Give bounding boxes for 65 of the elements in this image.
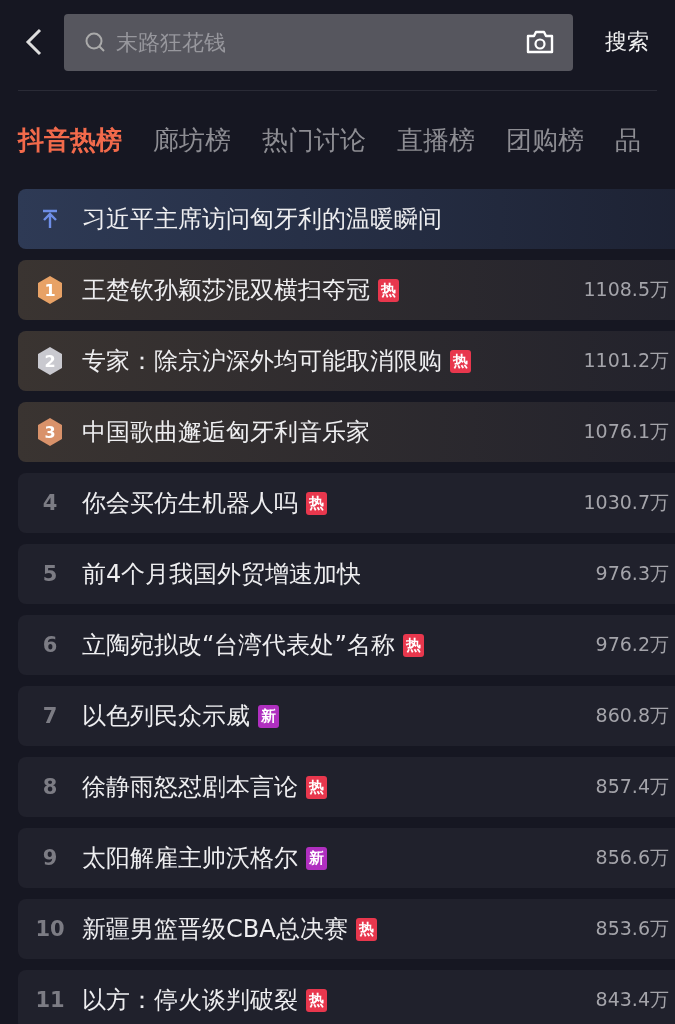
topic-row[interactable]: 10 新疆男篮晋级CBA总决赛 热 853.6万 — [18, 899, 675, 959]
topic-title: 习近平主席访问匈牙利的温暖瞬间 — [82, 204, 442, 235]
heat-value: 1108.5万 — [583, 277, 669, 302]
topic-tag: 热 — [306, 775, 327, 799]
topic-tag: 新 — [306, 846, 327, 870]
topic-row[interactable]: 4 你会买仿生机器人吗 热 1030.7万 — [18, 473, 675, 533]
topic-tag: 热 — [355, 917, 377, 941]
topic-row[interactable]: 1 王楚钦孙颖莎混双横扫夺冠 热 1108.5万 — [18, 260, 675, 320]
medal-icon: 1 — [36, 275, 64, 305]
topic-row[interactable]: 9 太阳解雇主帅沃格尔 新 856.6万 — [18, 828, 675, 888]
rank-number: 11 — [35, 988, 65, 1012]
topic-title: 专家：除京沪深外均可能取消限购 — [82, 346, 442, 377]
topic-title: 徐静雨怒怼剧本言论 — [82, 772, 298, 803]
pin-top-icon — [41, 209, 59, 229]
search-icon — [84, 31, 106, 53]
topic-row[interactable]: 3 中国歌曲邂逅匈牙利音乐家 1076.1万 — [18, 402, 675, 462]
tab[interactable]: 品 — [615, 122, 641, 158]
heat-value: 860.8万 — [595, 703, 669, 728]
rank-number: 4 — [42, 491, 58, 515]
topic-title: 立陶宛拟改“台湾代表处”名称 — [82, 630, 395, 661]
topic-tag: 热 — [450, 349, 471, 373]
heat-value: 1101.2万 — [583, 348, 669, 373]
heat-value: 1076.1万 — [583, 419, 669, 444]
heat-value: 853.6万 — [595, 916, 669, 941]
topic-tag: 热 — [306, 988, 327, 1012]
heat-value: 856.6万 — [595, 845, 669, 870]
topic-title: 中国歌曲邂逅匈牙利音乐家 — [82, 417, 370, 448]
topic-tag: 热 — [378, 278, 399, 302]
topic-title: 太阳解雇主帅沃格尔 — [82, 843, 298, 874]
topic-row[interactable]: 6 立陶宛拟改“台湾代表处”名称 热 976.2万 — [18, 615, 675, 675]
tab[interactable]: 抖音热榜 — [18, 122, 122, 158]
topic-title: 前4个月我国外贸增速加快 — [82, 559, 362, 590]
rank-number: 6 — [42, 633, 58, 657]
camera-icon[interactable] — [525, 28, 555, 56]
medal-icon: 3 — [36, 417, 64, 447]
tab[interactable]: 廊坊榜 — [153, 122, 231, 158]
tab[interactable]: 热门讨论 — [262, 122, 366, 158]
rank-number: 10 — [35, 917, 65, 941]
pinned-row[interactable]: 习近平主席访问匈牙利的温暖瞬间 — [18, 189, 675, 249]
topic-tag: 热 — [306, 491, 327, 515]
heat-value: 976.2万 — [595, 632, 669, 657]
rank-number: 7 — [42, 704, 58, 728]
heat-value: 843.4万 — [595, 987, 669, 1012]
topic-title: 新疆男篮晋级CBA总决赛 — [82, 914, 348, 945]
topic-row[interactable]: 8 徐静雨怒怼剧本言论 热 857.4万 — [18, 757, 675, 817]
topic-title: 王楚钦孙颖莎混双横扫夺冠 — [82, 275, 370, 306]
topic-row[interactable]: 5 前4个月我国外贸增速加快 976.3万 — [18, 544, 675, 604]
search-input[interactable]: 末路狂花钱 — [114, 28, 517, 56]
heat-value: 1030.7万 — [583, 490, 669, 515]
rank-number: 5 — [42, 562, 58, 586]
search-field[interactable]: 末路狂花钱 — [64, 13, 573, 71]
topic-title: 你会买仿生机器人吗 — [82, 488, 298, 519]
tab[interactable]: 直播榜 — [397, 122, 475, 158]
topic-row[interactable]: 11 以方：停火谈判破裂 热 843.4万 — [18, 970, 675, 1024]
search-button[interactable]: 搜索 — [599, 27, 655, 57]
heat-value: 857.4万 — [595, 774, 669, 799]
rank-number: 8 — [42, 775, 58, 799]
topic-title: 以方：停火谈判破裂 — [82, 985, 298, 1016]
topic-title: 以色列民众示威 — [82, 701, 250, 732]
topic-tag: 新 — [258, 704, 279, 728]
tab[interactable]: 团购榜 — [506, 122, 584, 158]
rank-number: 9 — [42, 846, 58, 870]
topic-row[interactable]: 7 以色列民众示威 新 860.8万 — [18, 686, 675, 746]
heat-value: 976.3万 — [595, 561, 669, 586]
topic-tag: 热 — [402, 633, 424, 657]
